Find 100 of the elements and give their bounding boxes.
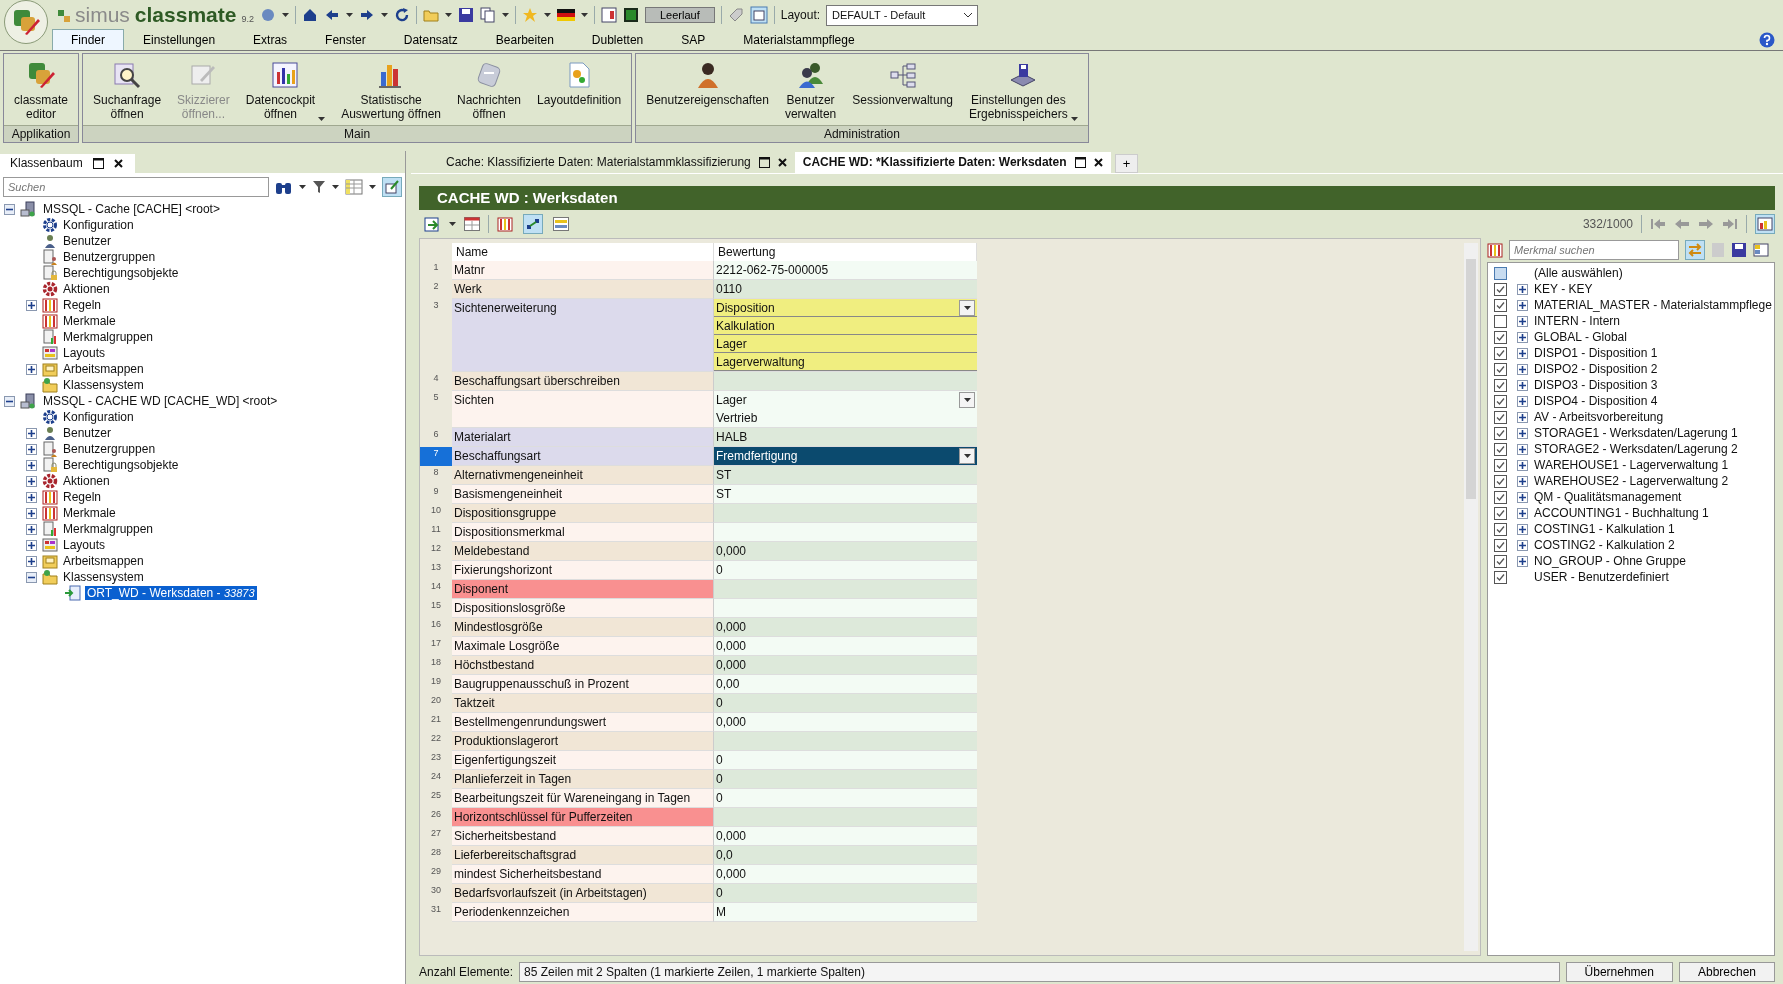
- expand-icon[interactable]: [1517, 363, 1528, 375]
- ribbon-button[interactable]: Benutzereigenschaften: [640, 58, 775, 125]
- column-header[interactable]: Bewertung: [714, 243, 977, 261]
- expand-icon[interactable]: [1517, 459, 1528, 471]
- checkbox[interactable]: [1494, 522, 1507, 536]
- dropdown-button[interactable]: [959, 299, 975, 316]
- dropdown-button[interactable]: [959, 448, 975, 464]
- value-cell[interactable]: [714, 523, 977, 541]
- add-tab-button[interactable]: +: [1114, 154, 1139, 173]
- tree-item[interactable]: Benutzergruppen: [61, 250, 158, 264]
- checkbox[interactable]: [1494, 346, 1507, 360]
- checkbox[interactable]: [1494, 554, 1507, 568]
- tree-item[interactable]: Konfiguration: [61, 218, 136, 232]
- group-label[interactable]: STORAGE2 - Werksdaten/Lagerung 2: [1534, 442, 1738, 456]
- checkbox[interactable]: [1494, 410, 1507, 424]
- tree-item[interactable]: Regeln: [61, 298, 104, 312]
- expand-icon[interactable]: [1517, 539, 1528, 551]
- ribbon-button[interactable]: Datencockpit öffnen: [239, 58, 332, 125]
- expand-icon[interactable]: [1517, 283, 1528, 295]
- group-label[interactable]: STORAGE1 - Werksdaten/Lagerung 1: [1534, 426, 1738, 440]
- tree-item[interactable]: Regeln: [61, 490, 104, 504]
- tree-item[interactable]: Arbeitsmappen: [61, 554, 146, 568]
- value-cell[interactable]: 0: [714, 694, 977, 712]
- tree-item[interactable]: Aktionen: [61, 282, 112, 296]
- ribbon-tab[interactable]: Materialstammpflege: [724, 29, 874, 50]
- status-button[interactable]: Leerlauf: [644, 7, 715, 23]
- tree-item[interactable]: Klassensystem: [61, 570, 146, 584]
- expand-icon[interactable]: [26, 475, 37, 487]
- value-cell[interactable]: 2212-062-75-000005: [714, 261, 977, 279]
- group-label[interactable]: COSTING2 - Kalkulation 2: [1534, 538, 1675, 552]
- value-cell[interactable]: [714, 580, 977, 598]
- ribbon-tab[interactable]: Finder: [52, 29, 124, 50]
- group-label[interactable]: USER - Benutzerdefiniert: [1534, 570, 1669, 584]
- checkbox[interactable]: [1494, 538, 1507, 552]
- checkbox[interactable]: [1494, 490, 1507, 504]
- tree-item[interactable]: MSSQL - CACHE WD [CACHE_WD] <root>: [41, 394, 280, 408]
- value-cell[interactable]: 0,000: [714, 656, 977, 674]
- ribbon-button[interactable]: Sessionverwaltung: [846, 58, 959, 125]
- value-cell[interactable]: 0: [714, 751, 977, 769]
- ribbon-tab[interactable]: Bearbeiten: [476, 29, 573, 50]
- tree-item[interactable]: Arbeitsmappen: [61, 362, 146, 376]
- expand-icon[interactable]: [26, 299, 37, 311]
- expand-icon[interactable]: [1517, 523, 1528, 535]
- collapse-icon[interactable]: [4, 203, 15, 215]
- checkbox[interactable]: [1494, 474, 1507, 488]
- ribbon-tab[interactable]: SAP: [662, 29, 725, 50]
- value-cell[interactable]: M: [714, 903, 977, 921]
- value-cell[interactable]: ST: [714, 466, 977, 484]
- value-cell[interactable]: Lager: [714, 335, 977, 353]
- checkbox[interactable]: [1494, 506, 1507, 520]
- group-label[interactable]: DISPO1 - Disposition 1: [1534, 346, 1658, 360]
- expand-icon[interactable]: [1517, 507, 1528, 519]
- expand-icon[interactable]: [1517, 475, 1528, 487]
- tree-item[interactable]: Konfiguration: [61, 410, 136, 424]
- group-label[interactable]: MATERIAL_MASTER - Materialstammpflege: [1534, 298, 1772, 312]
- checkbox[interactable]: [1494, 570, 1507, 584]
- checkbox[interactable]: [1494, 298, 1507, 312]
- group-label[interactable]: GLOBAL - Global: [1534, 330, 1627, 344]
- expand-icon[interactable]: [1517, 299, 1528, 311]
- document-tab[interactable]: Cache: Klassifizierte Daten: Materialstammklassifizierung: [416, 152, 795, 173]
- group-label[interactable]: (Alle auswählen): [1534, 266, 1623, 280]
- tree-item[interactable]: Merkmalgruppen: [61, 522, 156, 536]
- tree-item[interactable]: Merkmale: [61, 506, 118, 520]
- value-cell[interactable]: 0,0: [714, 846, 977, 864]
- value-cell[interactable]: Vertrieb: [714, 409, 977, 427]
- checkbox[interactable]: [1494, 362, 1507, 376]
- expand-icon[interactable]: [1517, 427, 1528, 439]
- value-cell[interactable]: 0,000: [714, 713, 977, 731]
- expand-icon[interactable]: [26, 507, 37, 519]
- tree-item[interactable]: Aktionen: [61, 474, 112, 488]
- collapse-icon[interactable]: [26, 571, 37, 583]
- value-cell[interactable]: [714, 808, 977, 826]
- tree-item[interactable]: Benutzer: [61, 426, 114, 440]
- value-cell[interactable]: 0,000: [714, 637, 977, 655]
- app-menu-button[interactable]: [4, 0, 48, 44]
- ribbon-button[interactable]: Benutzer verwalten: [778, 58, 843, 125]
- expand-icon[interactable]: [1517, 395, 1528, 407]
- tree-item[interactable]: ORT_WD - Werksdaten - 33873: [85, 586, 257, 600]
- dialog-button[interactable]: Abbrechen: [1678, 962, 1775, 982]
- scrollbar[interactable]: [1464, 243, 1478, 951]
- ribbon-button[interactable]: Suchanfrage öffnen: [87, 58, 168, 125]
- checkbox[interactable]: [1494, 458, 1507, 472]
- group-label[interactable]: QM - Qualitätsmanagement: [1534, 490, 1682, 504]
- ribbon-button[interactable]: Layoutdefinition: [531, 58, 628, 125]
- expand-icon[interactable]: [26, 523, 37, 535]
- expand-icon[interactable]: [26, 459, 37, 471]
- value-cell[interactable]: 0110: [714, 280, 977, 298]
- value-cell[interactable]: 0,00: [714, 675, 977, 693]
- ribbon-button[interactable]: Nachrichten öffnen: [451, 58, 528, 125]
- group-label[interactable]: WAREHOUSE2 - Lagerverwaltung 2: [1534, 474, 1729, 488]
- value-cell[interactable]: Kalkulation: [714, 317, 977, 335]
- value-cell[interactable]: Lagerverwaltung: [714, 353, 977, 371]
- expand-icon[interactable]: [1517, 379, 1528, 391]
- group-label[interactable]: COSTING1 - Kalkulation 1: [1534, 522, 1675, 536]
- tree-item[interactable]: Berechtigungsobjekte: [61, 458, 181, 472]
- checkbox[interactable]: [1494, 394, 1507, 408]
- checkbox[interactable]: [1494, 426, 1507, 440]
- tree-item[interactable]: Benutzergruppen: [61, 442, 158, 456]
- tree-item[interactable]: Benutzer: [61, 234, 114, 248]
- ribbon-tab[interactable]: Datensatz: [384, 29, 477, 50]
